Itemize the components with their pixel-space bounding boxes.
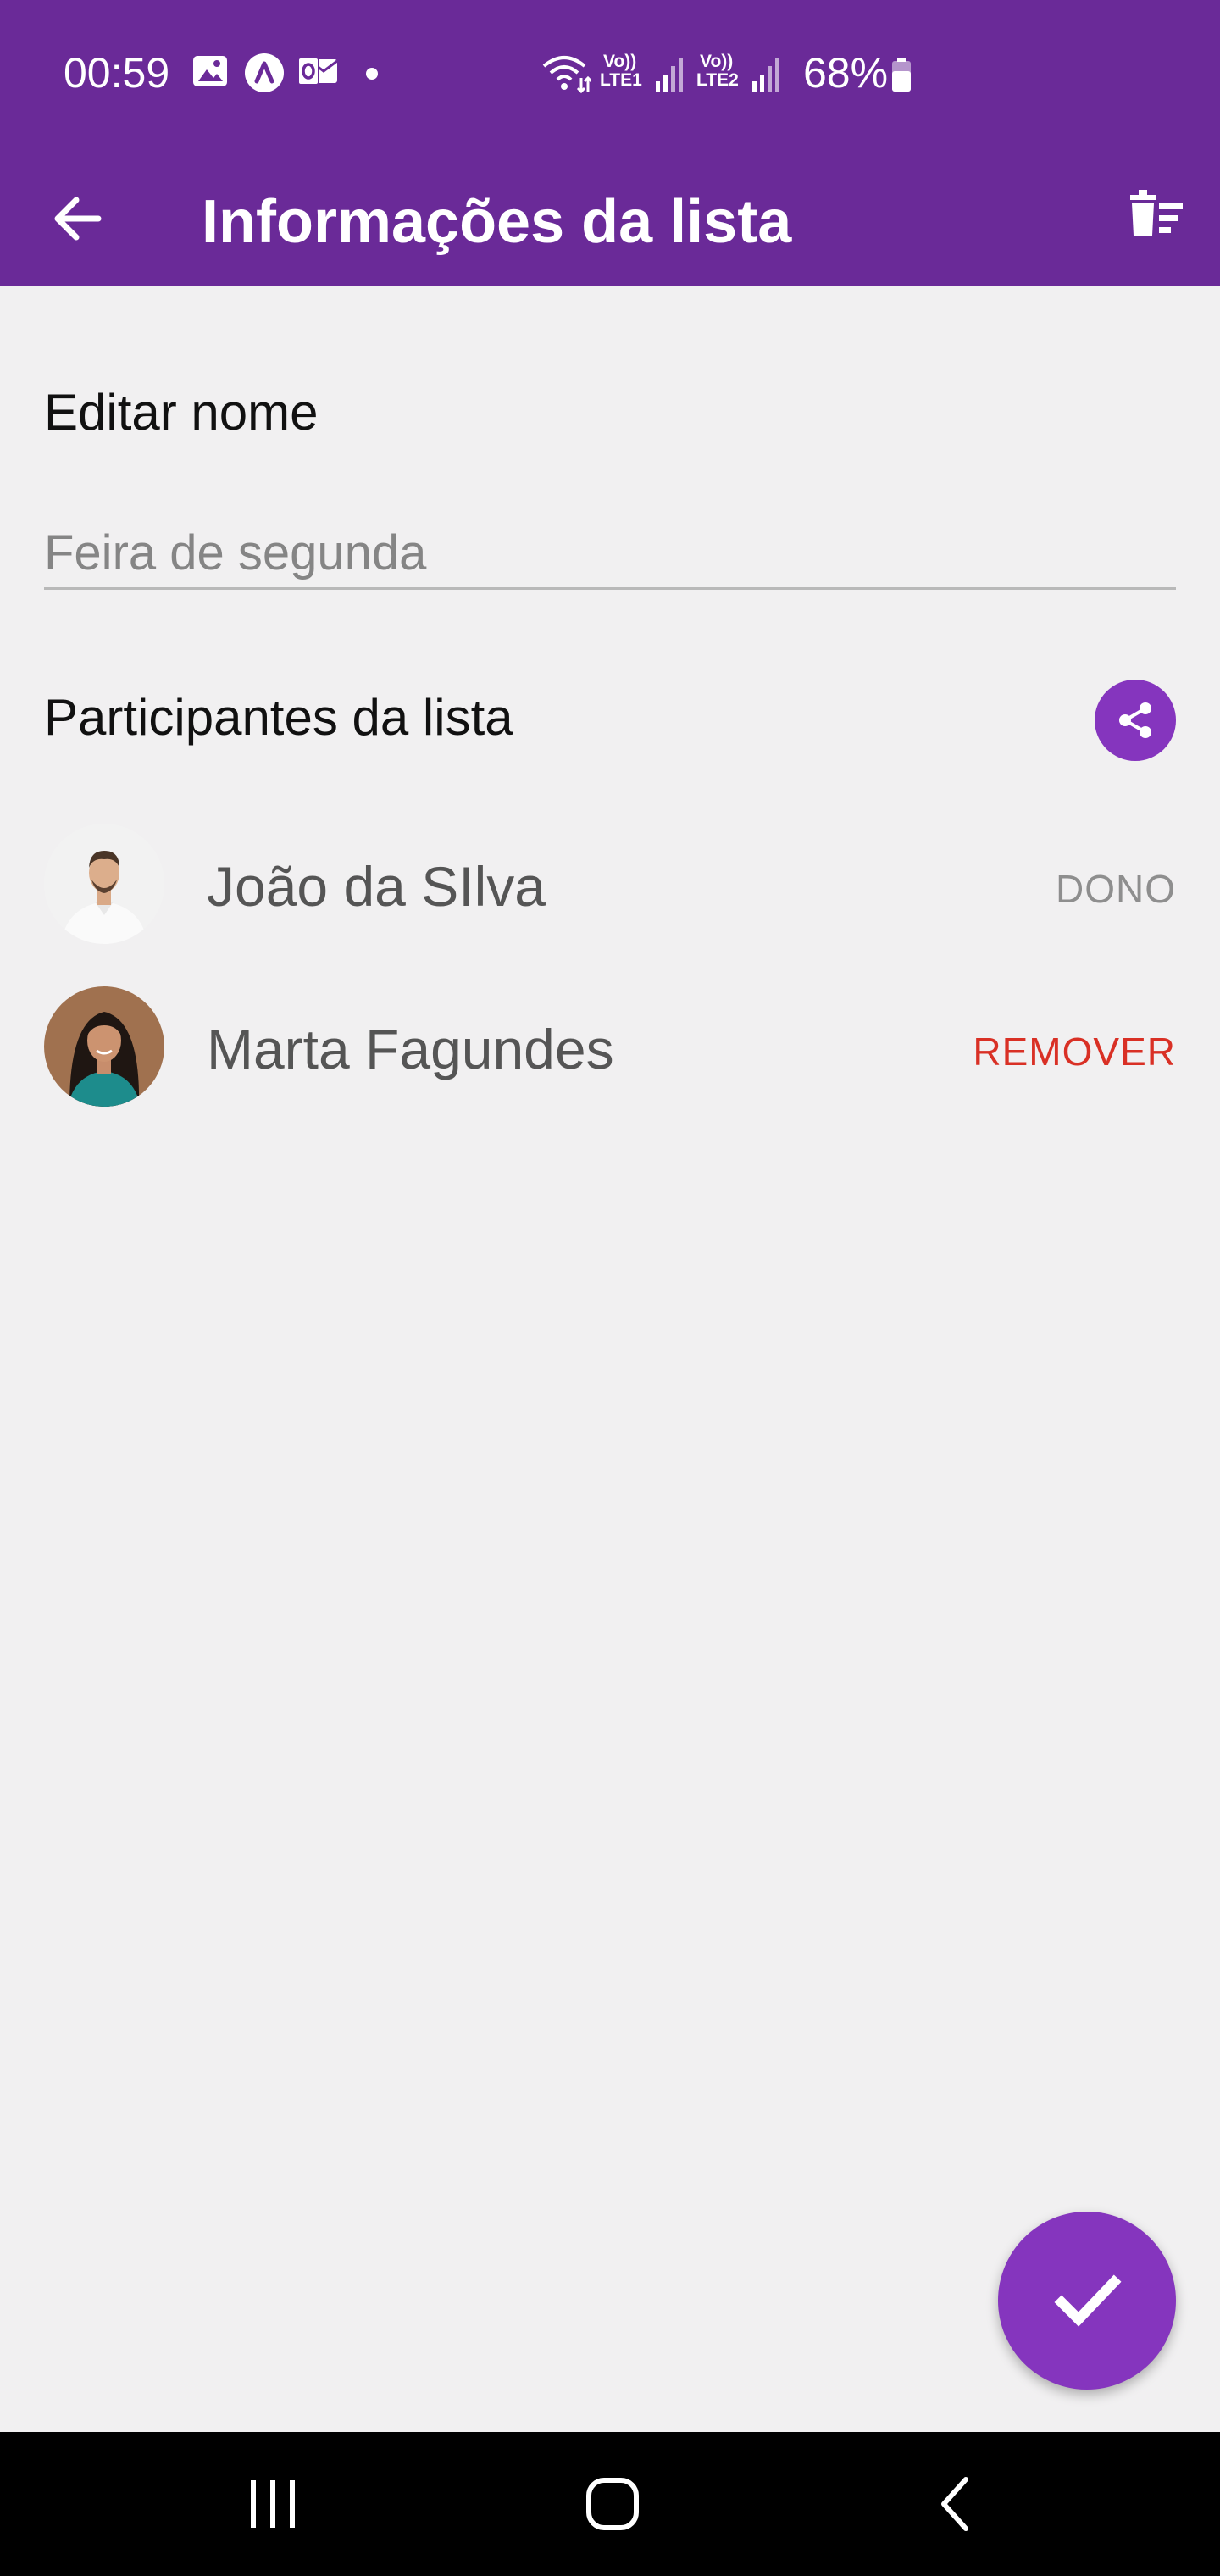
signal-icon [652,49,690,97]
signal-icon-2 [749,49,786,97]
confirm-button[interactable] [998,2212,1176,2390]
battery-icon [890,49,915,97]
battery-percent: 68% [803,49,889,97]
system-nav-bar [0,2432,1220,2576]
owner-badge: DONO [1056,867,1176,911]
participant-name: Marta Fagundes [207,1018,614,1080]
participant-row[interactable]: Marta Fagundes REMOVER [0,986,1220,1113]
home-button[interactable] [528,2432,697,2576]
delete-list-icon[interactable] [1118,180,1195,256]
volte-lte1: Vo)) LTE1 [600,52,642,90]
app-bar: Informações da lista [0,144,1220,286]
outlook-icon [297,53,339,90]
recent-apps-button[interactable] [188,2432,358,2576]
avatar [44,824,164,944]
participants-label: Participantes da lista [44,689,513,746]
participant-name: João da SIlva [207,855,546,918]
app-a-icon [244,53,284,92]
avatar [44,986,164,1107]
share-button[interactable] [1095,680,1176,761]
status-time: 00:59 [64,49,170,97]
volte-lte2: Vo)) LTE2 [696,52,739,90]
notification-dot [366,68,378,80]
status-bar: 00:59 Vo)) LTE1 Vo)) LTE2 68% [0,0,1220,144]
arrow-left-icon[interactable] [42,183,114,254]
list-name-input[interactable] [44,519,1176,590]
participant-row[interactable]: João da SIlva DONO [0,824,1220,951]
image-icon [191,53,229,90]
page-title: Informações da lista [202,188,792,256]
edit-name-label: Editar nome [44,384,319,441]
wifi-icon [541,49,593,97]
back-button[interactable] [871,2432,1040,2576]
remove-participant-button[interactable]: REMOVER [973,1029,1176,1074]
